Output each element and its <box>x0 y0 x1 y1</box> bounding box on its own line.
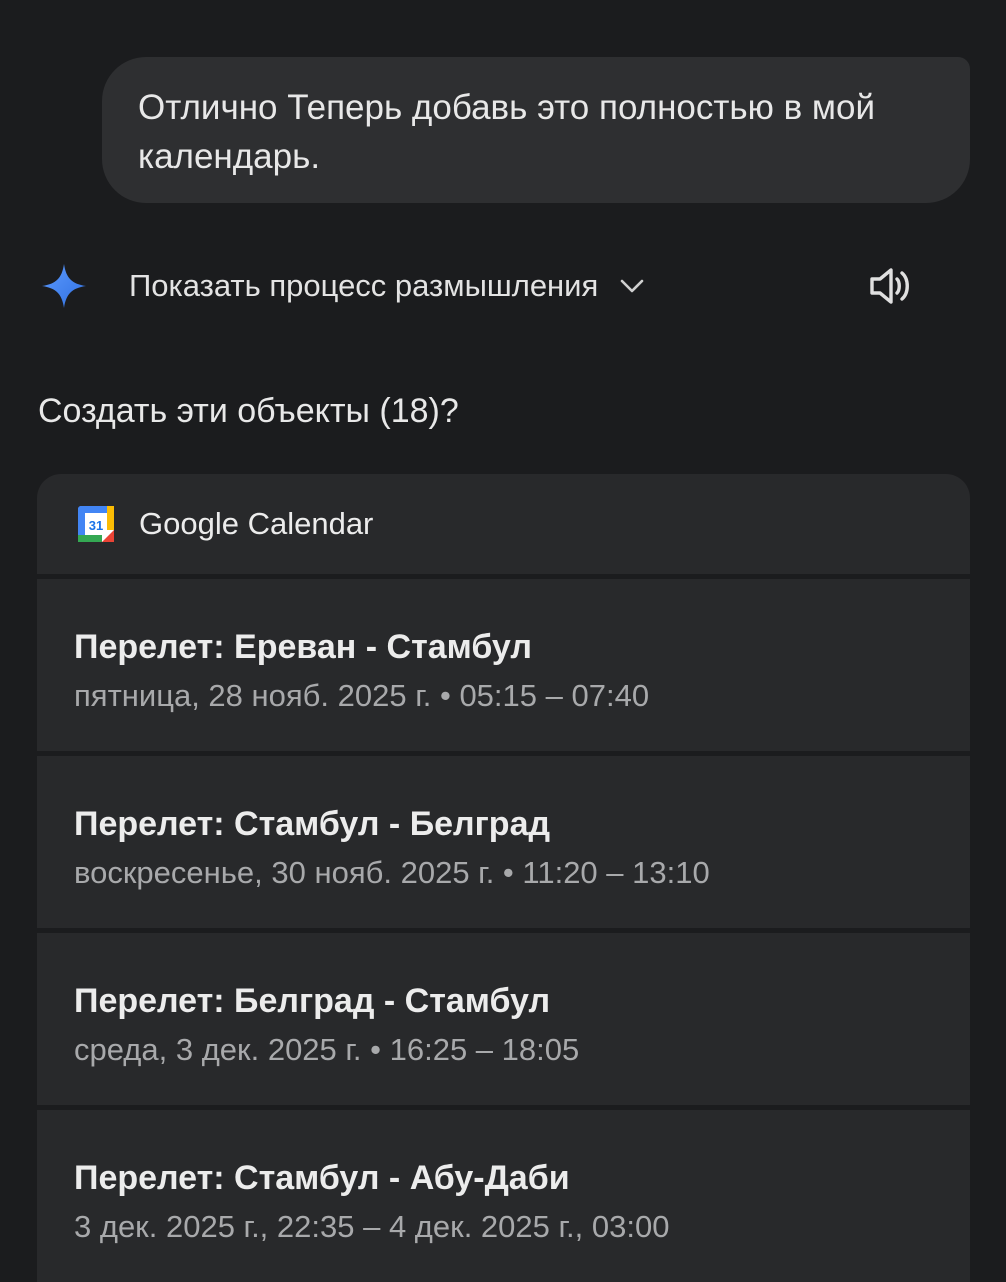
create-objects-question: Создать эти объекты (18)? <box>38 392 459 430</box>
event-item[interactable]: Перелет: Стамбул - Белград воскресенье, … <box>37 756 970 928</box>
event-item[interactable]: Перелет: Ереван - Стамбул пятница, 28 но… <box>37 579 970 751</box>
spark-icon <box>42 264 86 308</box>
calendar-app-name: Google Calendar <box>139 506 374 541</box>
user-message-text: Отлично Теперь добавь это полностью в мо… <box>138 88 875 176</box>
calendar-logo-number: 31 <box>89 518 103 533</box>
thinking-row: Показать процесс размышления <box>0 250 1006 322</box>
event-time: воскресенье, 30 нояб. 2025 г. • 11:20 – … <box>74 855 710 890</box>
event-item[interactable]: Перелет: Белград - Стамбул среда, 3 дек.… <box>37 933 970 1105</box>
event-title: Перелет: Стамбул - Абу-Даби <box>74 1159 570 1197</box>
event-time: 3 дек. 2025 г., 22:35 – 4 дек. 2025 г., … <box>74 1209 670 1244</box>
event-time: пятница, 28 нояб. 2025 г. • 05:15 – 07:4… <box>74 678 650 713</box>
speaker-icon[interactable] <box>866 262 916 310</box>
event-title: Перелет: Ереван - Стамбул <box>74 628 532 666</box>
chevron-down-icon <box>620 279 644 293</box>
event-time: среда, 3 дек. 2025 г. • 16:25 – 18:05 <box>74 1032 580 1067</box>
calendar-header: 31 Google Calendar <box>37 474 970 574</box>
event-title: Перелет: Стамбул - Белград <box>74 805 551 843</box>
google-calendar-icon: 31 <box>78 506 114 542</box>
show-thinking-toggle[interactable]: Показать процесс размышления <box>129 264 646 308</box>
calendar-card: 31 Google Calendar Перелет: Ереван - Ста… <box>37 474 970 1282</box>
user-message-bubble: Отлично Теперь добавь это полностью в мо… <box>102 57 970 203</box>
event-title: Перелет: Белград - Стамбул <box>74 982 551 1020</box>
thinking-label: Показать процесс размышления <box>129 268 599 303</box>
event-item[interactable]: Перелет: Стамбул - Абу-Даби 3 дек. 2025 … <box>37 1110 970 1282</box>
